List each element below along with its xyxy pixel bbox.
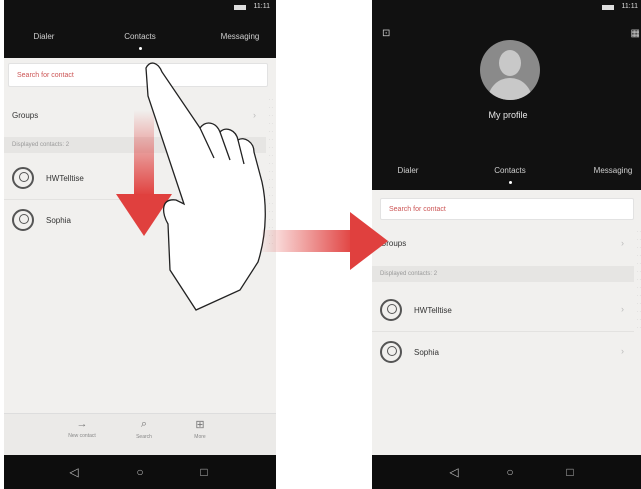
hand-pointer-icon [145,62,266,311]
gesture-overlay [116,62,388,311]
transition-arrow-icon [262,212,388,270]
